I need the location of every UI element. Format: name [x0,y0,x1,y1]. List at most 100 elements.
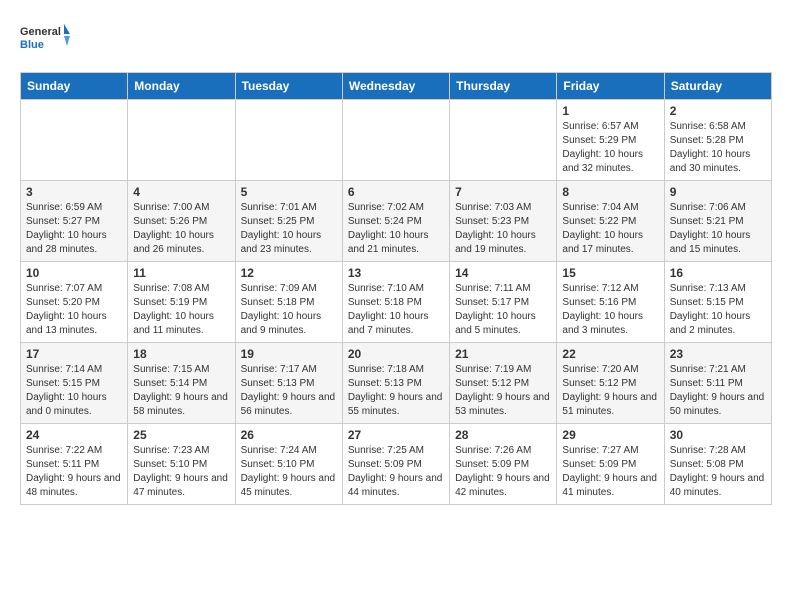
day-number: 17 [26,347,122,361]
header-monday: Monday [128,73,235,100]
day-info: Sunrise: 7:00 AM Sunset: 5:26 PM Dayligh… [133,201,229,257]
calendar-cell: 26 Sunrise: 7:24 AM Sunset: 5:10 PM Dayli… [235,424,342,505]
calendar-cell: 10 Sunrise: 7:07 AM Sunset: 5:20 PM Dayli… [21,262,128,343]
day-number: 7 [455,185,551,199]
header-thursday: Thursday [450,73,557,100]
calendar-cell: 12 Sunrise: 7:09 AM Sunset: 5:18 PM Dayli… [235,262,342,343]
day-number: 25 [133,428,229,442]
day-number: 2 [670,104,766,118]
week-row-4: 17 Sunrise: 7:14 AM Sunset: 5:15 PM Dayli… [21,343,772,424]
header-saturday: Saturday [664,73,771,100]
day-info: Sunrise: 7:26 AM Sunset: 5:09 PM Dayligh… [455,444,551,500]
calendar-cell: 11 Sunrise: 7:08 AM Sunset: 5:19 PM Dayli… [128,262,235,343]
calendar-cell: 25 Sunrise: 7:23 AM Sunset: 5:10 PM Dayli… [128,424,235,505]
day-info: Sunrise: 7:25 AM Sunset: 5:09 PM Dayligh… [348,444,444,500]
day-info: Sunrise: 7:14 AM Sunset: 5:15 PM Dayligh… [26,363,122,419]
day-info: Sunrise: 7:07 AM Sunset: 5:20 PM Dayligh… [26,282,122,338]
day-info: Sunrise: 7:03 AM Sunset: 5:23 PM Dayligh… [455,201,551,257]
day-info: Sunrise: 7:12 AM Sunset: 5:16 PM Dayligh… [562,282,658,338]
calendar-cell: 18 Sunrise: 7:15 AM Sunset: 5:14 PM Dayli… [128,343,235,424]
day-number: 29 [562,428,658,442]
day-info: Sunrise: 7:04 AM Sunset: 5:22 PM Dayligh… [562,201,658,257]
day-number: 19 [241,347,337,361]
logo-svg: General Blue [20,20,70,62]
day-number: 27 [348,428,444,442]
svg-text:Blue: Blue [20,39,44,51]
calendar-cell: 28 Sunrise: 7:26 AM Sunset: 5:09 PM Dayli… [450,424,557,505]
day-number: 8 [562,185,658,199]
calendar-cell: 19 Sunrise: 7:17 AM Sunset: 5:13 PM Dayli… [235,343,342,424]
calendar-cell [450,100,557,181]
day-number: 23 [670,347,766,361]
calendar-cell [235,100,342,181]
day-number: 26 [241,428,337,442]
calendar-cell: 17 Sunrise: 7:14 AM Sunset: 5:15 PM Dayli… [21,343,128,424]
day-number: 24 [26,428,122,442]
day-info: Sunrise: 7:19 AM Sunset: 5:12 PM Dayligh… [455,363,551,419]
day-info: Sunrise: 7:23 AM Sunset: 5:10 PM Dayligh… [133,444,229,500]
header-sunday: Sunday [21,73,128,100]
header-friday: Friday [557,73,664,100]
day-info: Sunrise: 7:09 AM Sunset: 5:18 PM Dayligh… [241,282,337,338]
day-info: Sunrise: 7:15 AM Sunset: 5:14 PM Dayligh… [133,363,229,419]
day-number: 18 [133,347,229,361]
calendar-cell: 8 Sunrise: 7:04 AM Sunset: 5:22 PM Daylig… [557,181,664,262]
calendar-cell: 14 Sunrise: 7:11 AM Sunset: 5:17 PM Dayli… [450,262,557,343]
svg-text:General: General [20,26,61,38]
day-info: Sunrise: 6:57 AM Sunset: 5:29 PM Dayligh… [562,120,658,176]
calendar-table: SundayMondayTuesdayWednesdayThursdayFrid… [20,72,772,505]
calendar-cell: 16 Sunrise: 7:13 AM Sunset: 5:15 PM Dayli… [664,262,771,343]
day-info: Sunrise: 7:22 AM Sunset: 5:11 PM Dayligh… [26,444,122,500]
calendar-cell: 1 Sunrise: 6:57 AM Sunset: 5:29 PM Daylig… [557,100,664,181]
calendar-cell: 9Sunrise: 7:06 AM Sunset: 5:21 PM Daylig… [664,181,771,262]
day-number: 16 [670,266,766,280]
calendar-cell [342,100,449,181]
day-number: 15 [562,266,658,280]
day-info: Sunrise: 7:11 AM Sunset: 5:17 PM Dayligh… [455,282,551,338]
calendar-cell: 27 Sunrise: 7:25 AM Sunset: 5:09 PM Dayli… [342,424,449,505]
calendar-cell: 5 Sunrise: 7:01 AM Sunset: 5:25 PM Daylig… [235,181,342,262]
calendar-cell: 6Sunrise: 7:02 AM Sunset: 5:24 PM Daylig… [342,181,449,262]
calendar-cell: 22Sunrise: 7:20 AM Sunset: 5:12 PM Dayli… [557,343,664,424]
calendar-cell [21,100,128,181]
week-row-3: 10 Sunrise: 7:07 AM Sunset: 5:20 PM Dayli… [21,262,772,343]
day-number: 30 [670,428,766,442]
day-number: 12 [241,266,337,280]
header-tuesday: Tuesday [235,73,342,100]
day-info: Sunrise: 6:58 AM Sunset: 5:28 PM Dayligh… [670,120,766,176]
day-number: 1 [562,104,658,118]
calendar-cell: 20Sunrise: 7:18 AM Sunset: 5:13 PM Dayli… [342,343,449,424]
day-number: 5 [241,185,337,199]
calendar-cell: 2 Sunrise: 6:58 AM Sunset: 5:28 PM Daylig… [664,100,771,181]
day-info: Sunrise: 7:01 AM Sunset: 5:25 PM Dayligh… [241,201,337,257]
calendar-cell: 30 Sunrise: 7:28 AM Sunset: 5:08 PM Dayli… [664,424,771,505]
day-number: 11 [133,266,229,280]
week-row-5: 24 Sunrise: 7:22 AM Sunset: 5:11 PM Dayli… [21,424,772,505]
calendar-cell: 13Sunrise: 7:10 AM Sunset: 5:18 PM Dayli… [342,262,449,343]
day-info: Sunrise: 7:21 AM Sunset: 5:11 PM Dayligh… [670,363,766,419]
day-number: 22 [562,347,658,361]
day-number: 21 [455,347,551,361]
calendar-cell: 29Sunrise: 7:27 AM Sunset: 5:09 PM Dayli… [557,424,664,505]
day-info: Sunrise: 7:28 AM Sunset: 5:08 PM Dayligh… [670,444,766,500]
day-info: Sunrise: 7:17 AM Sunset: 5:13 PM Dayligh… [241,363,337,419]
calendar-cell: 3 Sunrise: 6:59 AM Sunset: 5:27 PM Daylig… [21,181,128,262]
day-info: Sunrise: 7:08 AM Sunset: 5:19 PM Dayligh… [133,282,229,338]
day-number: 28 [455,428,551,442]
calendar-cell: 7 Sunrise: 7:03 AM Sunset: 5:23 PM Daylig… [450,181,557,262]
calendar-cell: 24 Sunrise: 7:22 AM Sunset: 5:11 PM Dayli… [21,424,128,505]
day-info: Sunrise: 7:13 AM Sunset: 5:15 PM Dayligh… [670,282,766,338]
week-row-2: 3 Sunrise: 6:59 AM Sunset: 5:27 PM Daylig… [21,181,772,262]
day-number: 3 [26,185,122,199]
header-wednesday: Wednesday [342,73,449,100]
calendar-cell: 4 Sunrise: 7:00 AM Sunset: 5:26 PM Daylig… [128,181,235,262]
day-info: Sunrise: 7:10 AM Sunset: 5:18 PM Dayligh… [348,282,444,338]
day-info: Sunrise: 7:18 AM Sunset: 5:13 PM Dayligh… [348,363,444,419]
day-number: 14 [455,266,551,280]
calendar-cell [128,100,235,181]
day-number: 10 [26,266,122,280]
day-info: Sunrise: 6:59 AM Sunset: 5:27 PM Dayligh… [26,201,122,257]
logo: General Blue [20,20,70,62]
day-number: 4 [133,185,229,199]
day-info: Sunrise: 7:24 AM Sunset: 5:10 PM Dayligh… [241,444,337,500]
